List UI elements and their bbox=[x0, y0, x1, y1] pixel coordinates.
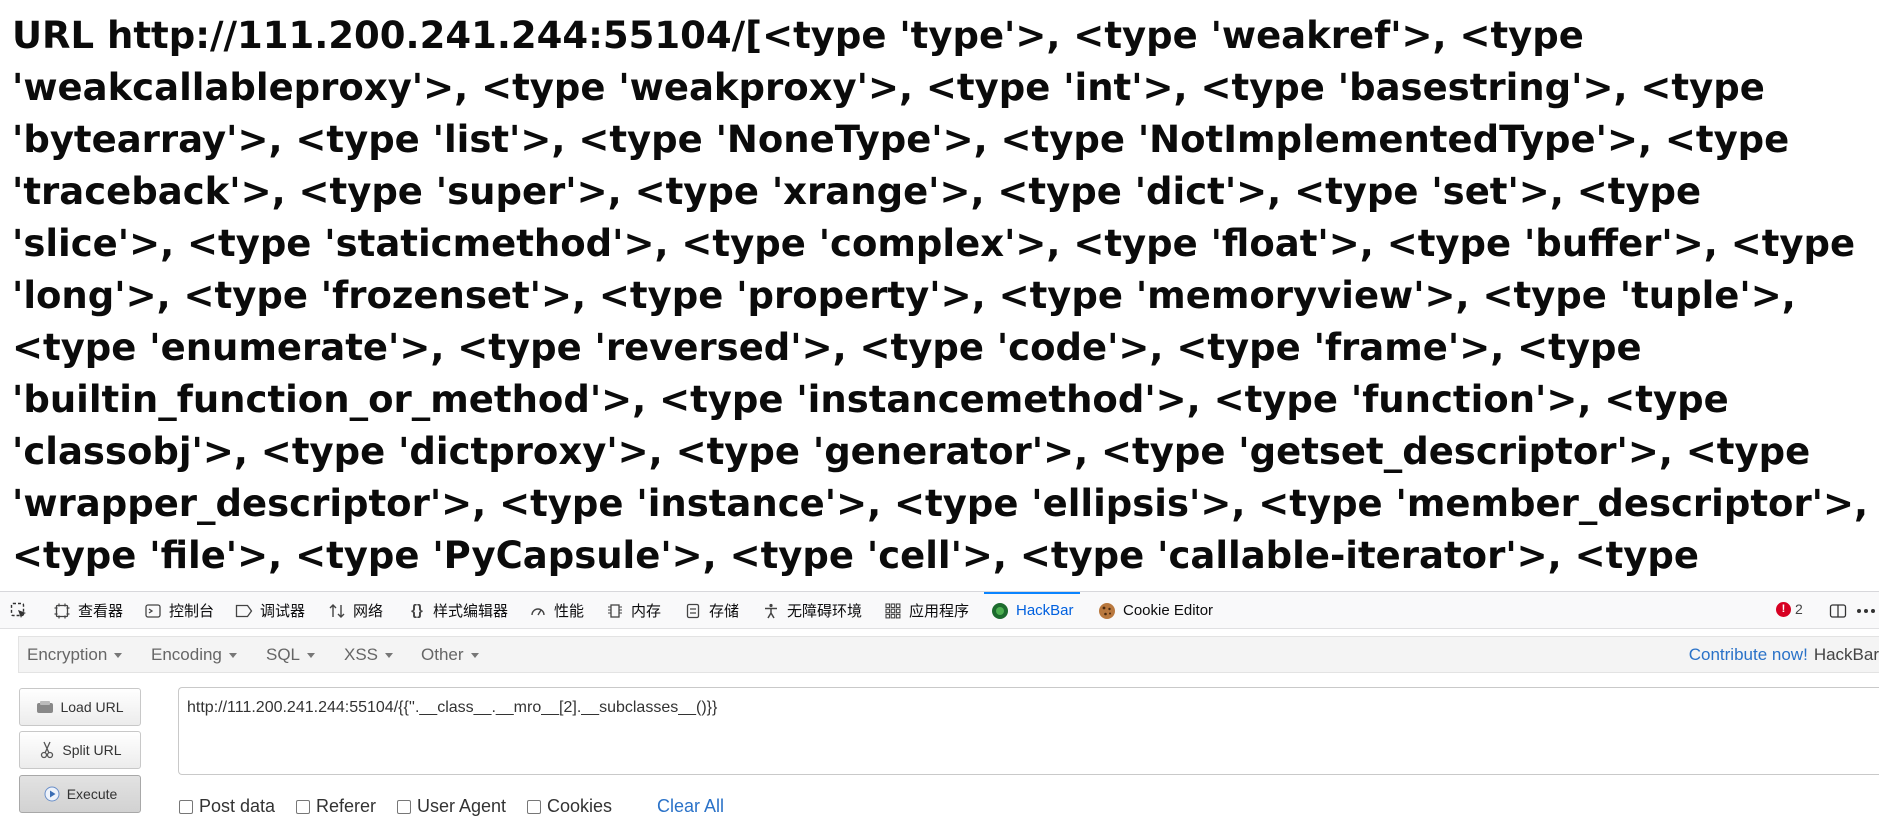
caret-down-icon bbox=[228, 653, 237, 658]
tab-cookie-editor[interactable]: Cookie Editor bbox=[1097, 592, 1213, 629]
tab-label: 样式编辑器 bbox=[433, 603, 509, 620]
checkbox-label: Post data bbox=[199, 796, 276, 816]
tab-label: 调试器 bbox=[260, 603, 306, 620]
memory-icon bbox=[605, 601, 625, 621]
button-label: Split URL bbox=[62, 742, 122, 758]
menu-sql[interactable]: SQL bbox=[266, 637, 316, 672]
load-url-button[interactable]: Load URL bbox=[19, 688, 141, 726]
devtools-toolbar: 查看器 控制台 调试器 网络 {} 样式编辑器 性能 内存 存储 无障碍环境 应… bbox=[0, 591, 1879, 629]
menu-label: XSS bbox=[344, 644, 379, 664]
tab-storage[interactable]: 存储 bbox=[683, 592, 739, 629]
checkbox-label: Referer bbox=[316, 796, 377, 816]
scissors-icon bbox=[38, 741, 56, 759]
error-count-badge[interactable]: ! 2 bbox=[1776, 601, 1803, 617]
tab-style-editor[interactable]: {} 样式编辑器 bbox=[407, 592, 508, 629]
caret-down-icon bbox=[385, 653, 394, 658]
menu-label: Encoding bbox=[151, 644, 222, 664]
referer-checkbox[interactable]: Referer bbox=[296, 796, 376, 817]
hackbar-panel: Encryption Encoding SQL XSS Other Contri… bbox=[0, 629, 1879, 837]
tab-label: 性能 bbox=[554, 603, 585, 620]
hackbar-brand: HackBar bbox=[1813, 644, 1879, 664]
tab-memory[interactable]: 内存 bbox=[605, 592, 661, 629]
menu-label: Encryption bbox=[27, 644, 108, 664]
console-icon bbox=[143, 601, 163, 621]
caret-down-icon bbox=[114, 653, 123, 658]
style-editor-icon: {} bbox=[411, 602, 423, 619]
tab-debugger[interactable]: 调试器 bbox=[234, 592, 305, 629]
button-label: Load URL bbox=[60, 699, 124, 715]
clear-all-link[interactable]: Clear All bbox=[657, 796, 724, 817]
menu-encryption[interactable]: Encryption bbox=[27, 637, 123, 672]
cookies-checkbox[interactable]: Cookies bbox=[527, 796, 612, 817]
user-agent-checkbox[interactable]: User Agent bbox=[397, 796, 506, 817]
error-icon: ! bbox=[1776, 601, 1791, 617]
tab-label: 无障碍环境 bbox=[787, 603, 863, 620]
hackbar-menubar: Encryption Encoding SQL XSS Other Contri… bbox=[18, 636, 1879, 673]
tab-network[interactable]: 网络 bbox=[327, 592, 383, 629]
execute-button[interactable]: Execute bbox=[19, 775, 141, 813]
menu-encoding[interactable]: Encoding bbox=[151, 637, 237, 672]
error-count: 2 bbox=[1795, 601, 1803, 617]
tab-performance[interactable]: 性能 bbox=[528, 592, 584, 629]
split-url-button[interactable]: Split URL bbox=[19, 731, 141, 769]
menu-xss[interactable]: XSS bbox=[344, 637, 394, 672]
menu-other[interactable]: Other bbox=[421, 637, 479, 672]
tab-label: HackBar bbox=[1016, 602, 1074, 619]
inspector-icon bbox=[52, 601, 72, 621]
cookie-icon bbox=[1097, 601, 1117, 621]
contribute-link[interactable]: Contribute now! bbox=[1689, 645, 1808, 665]
tab-inspector[interactable]: 查看器 bbox=[52, 592, 123, 629]
tab-application[interactable]: 应用程序 bbox=[883, 592, 969, 629]
checkbox-label: User Agent bbox=[417, 796, 507, 816]
debugger-icon bbox=[234, 601, 254, 621]
menu-label: Other bbox=[421, 644, 464, 664]
checkbox-box[interactable] bbox=[179, 799, 193, 814]
application-icon bbox=[883, 601, 903, 621]
checkbox-box[interactable] bbox=[527, 799, 541, 814]
checkbox-label: Cookies bbox=[547, 796, 613, 816]
tab-label: 应用程序 bbox=[909, 603, 970, 620]
tab-label: 存储 bbox=[709, 603, 740, 620]
tab-label: 查看器 bbox=[78, 603, 124, 620]
caret-down-icon bbox=[470, 653, 479, 658]
tab-label: 网络 bbox=[353, 603, 384, 620]
tab-label: 内存 bbox=[631, 603, 662, 620]
tab-label: 控制台 bbox=[169, 603, 215, 620]
play-icon bbox=[43, 785, 61, 803]
storage-icon bbox=[683, 601, 703, 621]
checkbox-box[interactable] bbox=[296, 799, 310, 814]
tab-hackbar[interactable]: HackBar bbox=[984, 592, 1080, 629]
hackbar-contribute: Contribute now! HackBar bbox=[1689, 637, 1879, 672]
network-icon bbox=[327, 601, 347, 621]
dock-toggle-icon[interactable] bbox=[1827, 600, 1849, 622]
element-picker-icon[interactable] bbox=[8, 600, 30, 622]
post-data-checkbox[interactable]: Post data bbox=[179, 796, 275, 817]
tab-label: Cookie Editor bbox=[1123, 602, 1214, 619]
checkbox-box[interactable] bbox=[397, 799, 411, 814]
menu-label: SQL bbox=[266, 644, 301, 664]
caret-down-icon bbox=[307, 653, 316, 658]
performance-icon bbox=[528, 601, 548, 621]
accessibility-icon bbox=[761, 601, 781, 621]
tab-accessibility[interactable]: 无障碍环境 bbox=[761, 592, 862, 629]
button-label: Execute bbox=[66, 786, 118, 802]
tab-console[interactable]: 控制台 bbox=[143, 592, 214, 629]
page-text-content: URL http://111.200.241.244:55104/[<type … bbox=[12, 14, 1869, 590]
load-url-icon bbox=[36, 698, 54, 716]
more-options-icon[interactable] bbox=[1855, 600, 1877, 622]
hackbar-icon bbox=[990, 601, 1010, 621]
url-textarea[interactable]: http://111.200.241.244:55104/{{''.__clas… bbox=[178, 687, 1879, 775]
